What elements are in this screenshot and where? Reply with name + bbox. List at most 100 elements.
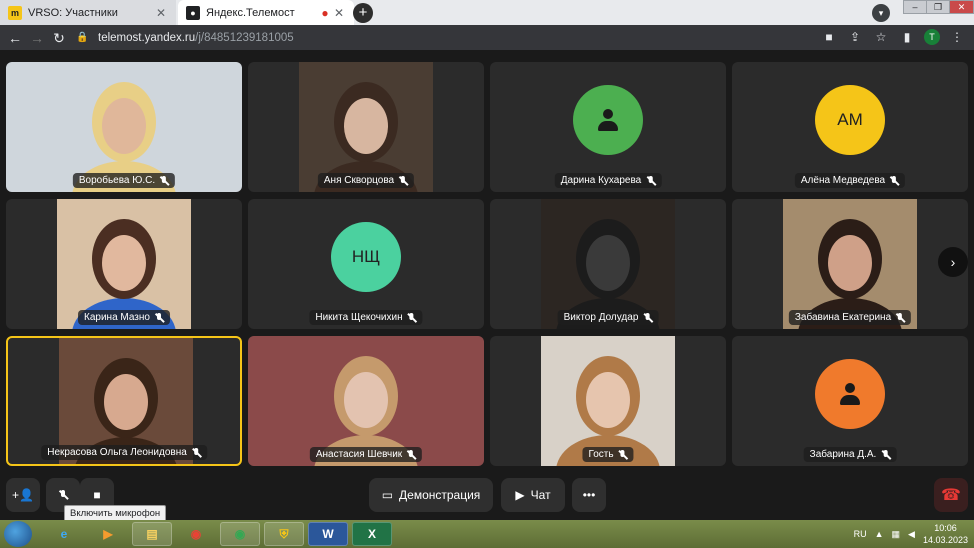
participant-name-label: Забарина Д.А. — [803, 447, 897, 462]
participant-tile[interactable]: Забарина Д.А. — [732, 336, 968, 466]
bookmark-star-icon[interactable]: ☆ — [872, 28, 890, 46]
new-tab-button[interactable]: + — [353, 3, 373, 23]
mic-muted-icon — [191, 447, 201, 458]
chat-button[interactable]: ▶ Чат — [501, 478, 565, 512]
media-player-icon[interactable]: ▶ — [88, 522, 128, 546]
participant-name: Забарина Д.А. — [809, 449, 877, 460]
participant-name: Некрасова Ольга Леонидовна — [47, 447, 187, 458]
profile-avatar[interactable]: T — [924, 29, 940, 45]
mic-muted-icon — [407, 312, 417, 323]
participant-name: Карина Мазно — [84, 312, 150, 323]
chrome-icon[interactable]: ◉ — [176, 522, 216, 546]
mic-muted-icon — [154, 312, 164, 323]
lock-icon: 🔒 — [76, 32, 89, 43]
participant-tile[interactable]: Некрасова Ольга Леонидовна — [6, 336, 242, 466]
mic-muted-icon — [618, 449, 628, 460]
clock[interactable]: 10:06 14.03.2023 — [923, 522, 968, 546]
address-bar[interactable]: 🔒 telemost.yandex.ru/j/84851239181005 — [76, 27, 898, 48]
maximize-button[interactable]: ❐ — [926, 0, 950, 14]
browser-toolbar: ← → ↻ 🔒 telemost.yandex.ru/j/84851239181… — [0, 25, 974, 50]
participant-grid: Воробьева Ю.С. Аня Скворцова Дарина Кухаре… — [6, 62, 970, 466]
tab-search-icon[interactable]: ▾ — [872, 4, 890, 22]
more-button[interactable]: ••• — [572, 478, 606, 512]
participant-tile[interactable]: Забавина Екатерина — [732, 199, 968, 329]
invite-participants-button[interactable]: +👤 — [6, 478, 40, 512]
volume-icon[interactable]: ◀ — [908, 529, 915, 540]
initials-avatar: НЩ — [331, 222, 401, 292]
more-dots-icon: ••• — [582, 488, 596, 502]
window-close-button[interactable]: ✕ — [949, 0, 974, 14]
participant-name-label: Забавина Екатерина — [788, 310, 912, 325]
default-avatar — [815, 359, 885, 429]
participant-tile[interactable]: Гость — [490, 336, 726, 466]
participant-name: Алёна Медведева — [800, 175, 886, 186]
mic-muted-icon — [642, 312, 652, 323]
mic-muted-icon — [645, 175, 655, 186]
browser-tab-strip: m VRSO: Участники ✕ ● Яндекс.Телемост ● … — [0, 0, 974, 25]
security-shield-icon[interactable]: ⛨ — [264, 522, 304, 546]
screen-share-button[interactable]: ▭ Демонстрация — [369, 478, 493, 512]
participant-tile[interactable]: НЩ Никита Щекочихин — [248, 199, 484, 329]
hang-up-button[interactable]: ☎ — [934, 478, 968, 512]
initials-avatar: АМ — [815, 85, 885, 155]
participant-name: Аня Скворцова — [323, 175, 395, 186]
explorer-icon[interactable]: ▤ — [132, 522, 172, 546]
participant-name: Воробьева Ю.С. — [78, 175, 156, 186]
sidepanel-icon[interactable]: ▮ — [898, 28, 916, 46]
miro-icon: m — [8, 5, 22, 20]
mic-muted-icon — [398, 175, 408, 186]
tab-vrso[interactable]: m VRSO: Участники ✕ — [0, 0, 176, 25]
participant-tile[interactable]: Воробьева Ю.С. — [6, 62, 242, 192]
participant-name-label: Карина Мазно — [78, 310, 170, 325]
language-indicator[interactable]: RU — [854, 529, 867, 539]
windows-start-icon[interactable] — [4, 521, 32, 547]
ie-icon[interactable]: e — [44, 522, 84, 546]
word-icon[interactable]: W — [308, 522, 348, 546]
url-host: telemost.yandex.ru — [98, 31, 196, 44]
participant-name-label: Воробьева Ю.С. — [72, 173, 176, 188]
chrome-profile-icon[interactable]: ◉ — [220, 522, 260, 546]
participant-tile[interactable]: Аня Скворцова — [248, 62, 484, 192]
clock-time: 10:06 — [934, 523, 957, 533]
system-tray: RU ▲ ▦ ◀ 10:06 14.03.2023 — [854, 520, 968, 548]
participant-tile[interactable]: Виктор Долудар — [490, 199, 726, 329]
participant-tile[interactable]: Дарина Кухарева — [490, 62, 726, 192]
default-avatar — [573, 85, 643, 155]
add-person-icon: +👤 — [12, 488, 34, 502]
participant-tile[interactable]: Анастасия Шевчик — [248, 336, 484, 466]
mic-muted-icon — [159, 175, 169, 186]
minimize-button[interactable]: – — [903, 0, 927, 14]
menu-kebab-icon[interactable]: ⋮ — [948, 28, 966, 46]
participant-name: Гость — [588, 449, 614, 460]
recording-dot-icon: ● — [321, 5, 329, 20]
url-path: /j/84851239181005 — [195, 31, 294, 44]
participant-tile[interactable]: АМ Алёна Медведева — [732, 62, 968, 192]
network-icon[interactable]: ▦ — [892, 529, 901, 540]
excel-icon[interactable]: X — [352, 522, 392, 546]
tab-telemost[interactable]: ● Яндекс.Телемост ● ✕ — [178, 0, 354, 25]
back-icon[interactable]: ← — [4, 27, 26, 49]
participant-name: Дарина Кухарева — [560, 175, 642, 186]
participant-tile[interactable]: Карина Мазно — [6, 199, 242, 329]
participant-name-label: Некрасова Ольга Леонидовна — [41, 445, 207, 460]
mic-off-icon — [58, 490, 68, 500]
telemost-icon: ● — [186, 5, 200, 20]
close-icon[interactable]: ✕ — [154, 6, 168, 20]
forward-icon[interactable]: → — [26, 27, 48, 49]
tab-title: VRSO: Участники — [28, 6, 118, 19]
participant-name: Никита Щекочихин — [315, 312, 403, 323]
participant-name-label: Анастасия Шевчик — [309, 447, 423, 462]
next-page-arrow-icon[interactable]: › — [938, 247, 968, 277]
tray-arrow-icon[interactable]: ▲ — [875, 529, 884, 539]
share-icon[interactable]: ⇪ — [846, 28, 864, 46]
mic-muted-icon — [889, 175, 899, 186]
os-taskbar: e ▶ ▤ ◉ ◉ ⛨ W X RU ▲ ▦ ◀ 10:06 14.03.202… — [0, 520, 974, 548]
participant-name-label: Дарина Кухарева — [554, 173, 662, 188]
participant-name-label: Алёна Медведева — [794, 173, 906, 188]
chat-icon: ▶ — [515, 488, 525, 502]
reload-icon[interactable]: ↻ — [48, 27, 70, 49]
close-icon[interactable]: ✕ — [332, 6, 346, 20]
participant-name-label: Аня Скворцова — [317, 173, 415, 188]
camera-indicator-icon[interactable]: ■ — [820, 28, 838, 46]
person-icon — [837, 381, 863, 407]
